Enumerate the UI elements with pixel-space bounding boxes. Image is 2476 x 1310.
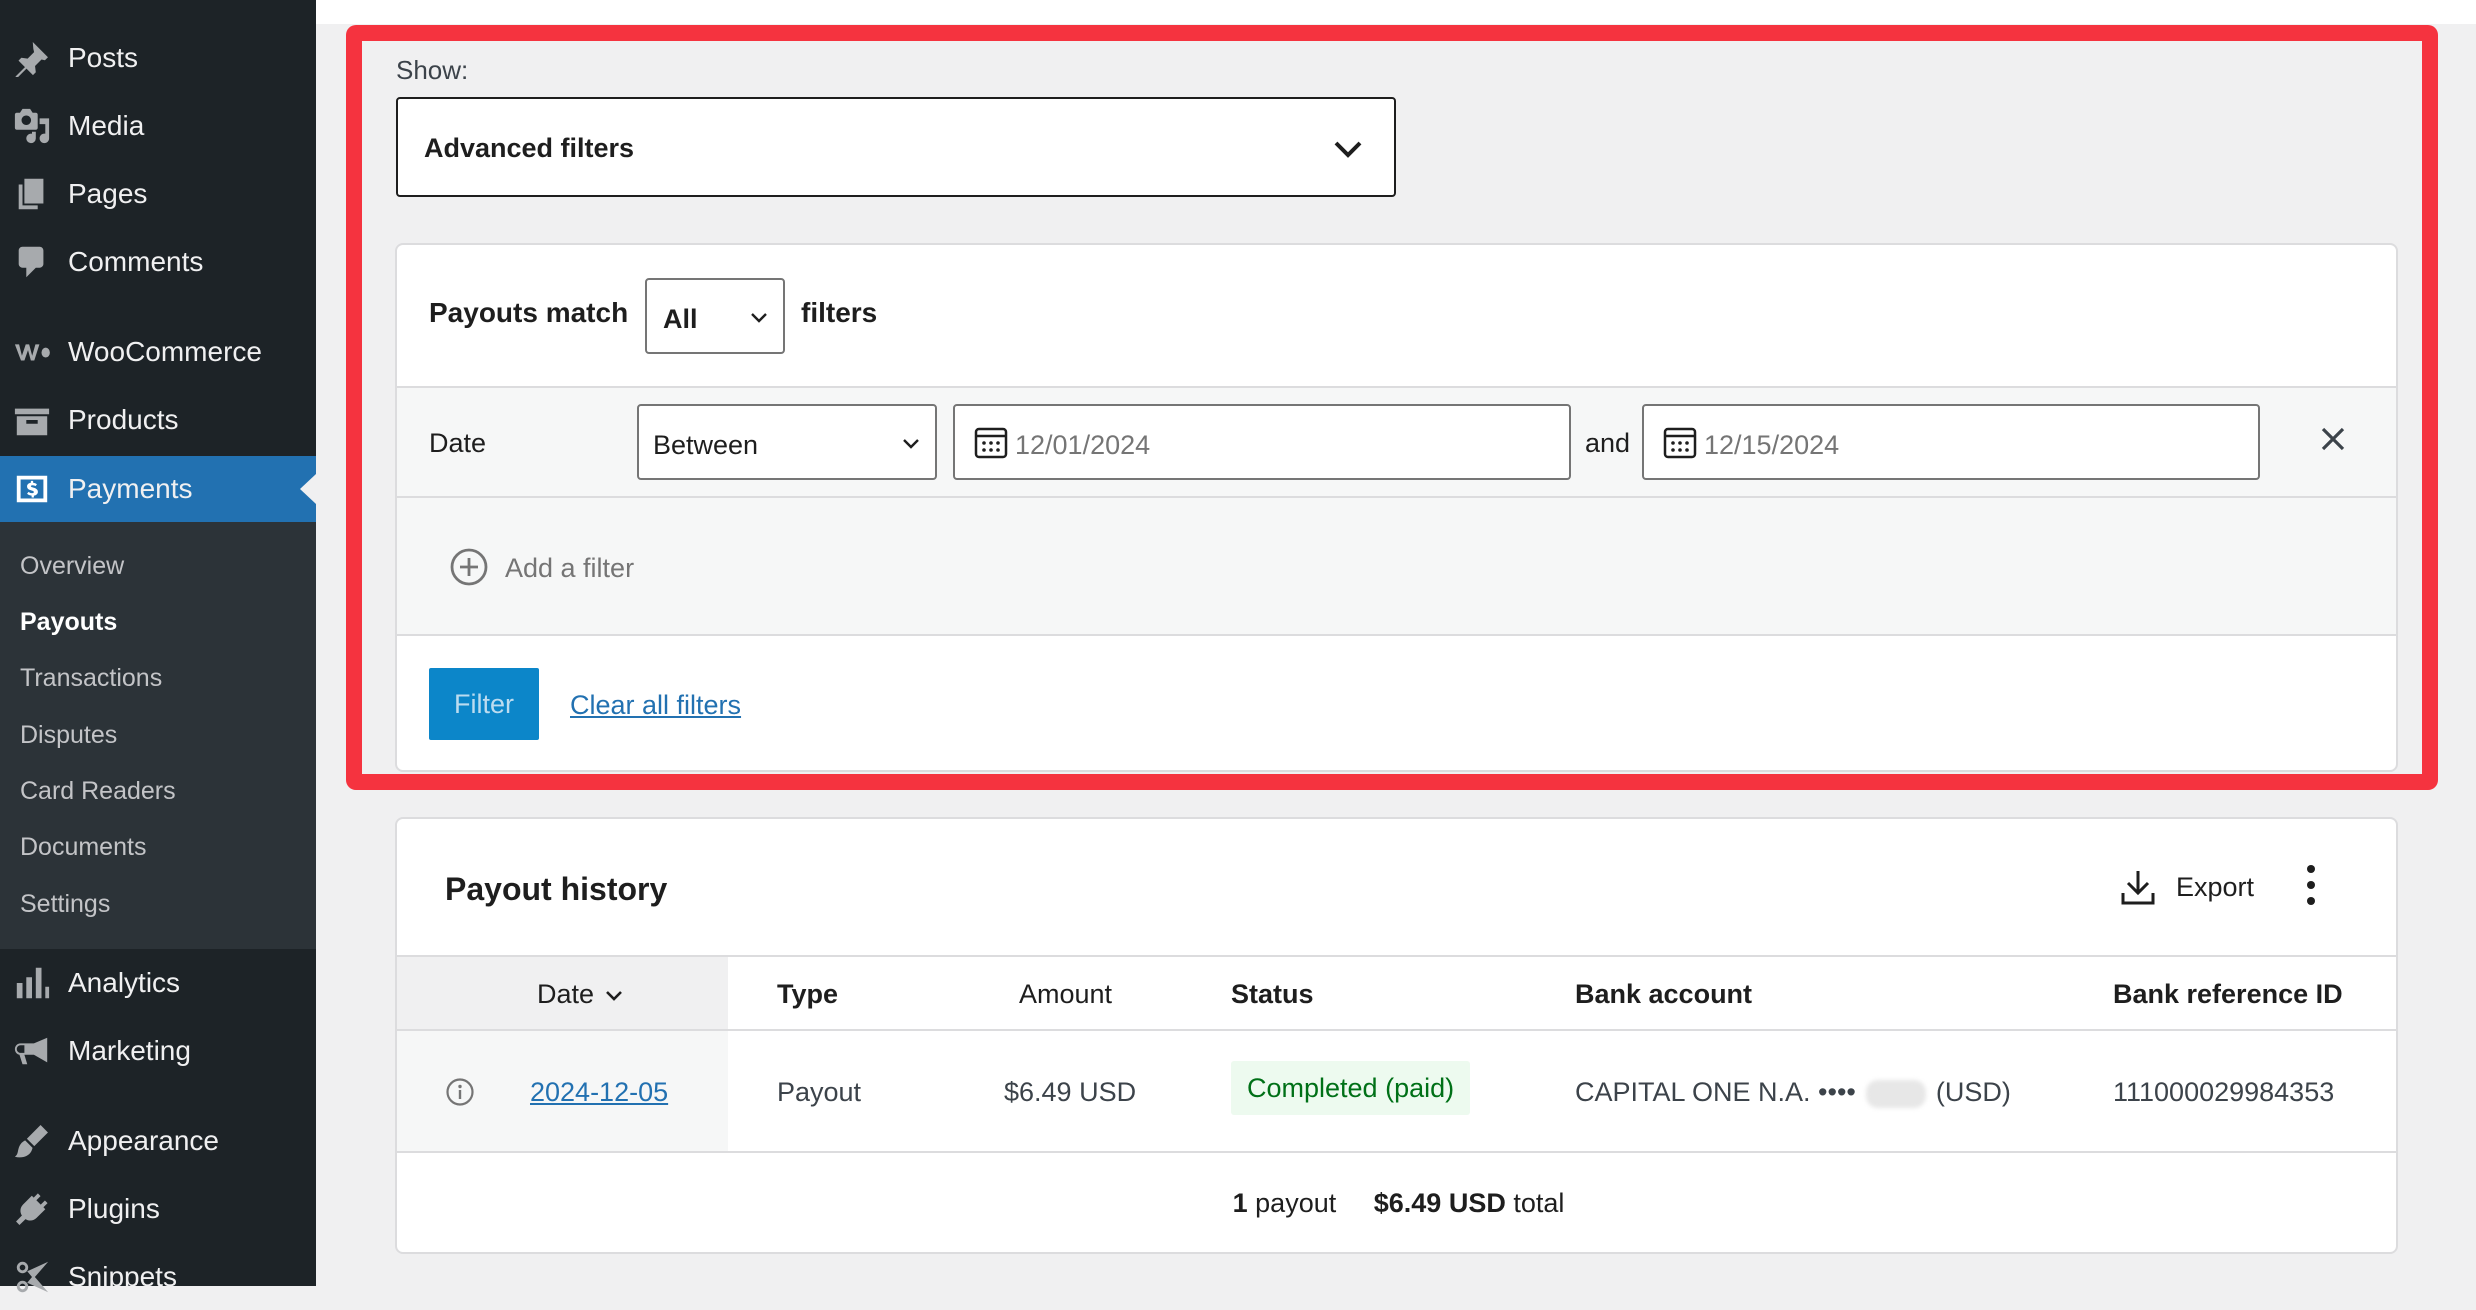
payout-date[interactable]: 2024-12-05	[530, 1077, 668, 1107]
media-icon	[12, 106, 52, 146]
menu-item-products[interactable]: Products	[0, 387, 316, 453]
menu-label: Analytics	[68, 967, 181, 998]
admin-sidebar: Posts Media Pages Comments WooCommerce P…	[0, 0, 316, 1293]
menu-label: Marketing	[68, 1035, 191, 1066]
brush-icon	[12, 1121, 52, 1161]
menu-label: Appearance	[68, 1125, 220, 1156]
column-header-amount[interactable]: Amount	[1019, 979, 1112, 1010]
export-label: Export	[2176, 871, 2255, 902]
submenu-settings[interactable]: Settings	[20, 890, 110, 919]
megaphone-icon	[12, 1031, 52, 1071]
chart-bar-icon	[12, 963, 52, 1003]
dollar-icon	[12, 469, 52, 509]
status-badge: Completed (paid)	[1231, 1061, 1471, 1115]
payments-submenu: Overview Payouts Transactions Disputes C…	[0, 522, 316, 949]
menu-item-pages[interactable]: Pages	[0, 161, 316, 227]
highlight-frame	[346, 25, 2438, 790]
menu-item-media[interactable]: Media	[0, 93, 316, 159]
column-label: Date	[537, 979, 595, 1009]
bank-account: CAPITAL ONE N.A. •••• (USD)	[1575, 1077, 2011, 1108]
column-header-bank-reference[interactable]: Bank reference ID	[2113, 979, 2343, 1010]
export-button[interactable]: Export	[2120, 865, 2254, 909]
pin-icon	[12, 38, 52, 78]
submenu-overview[interactable]: Overview	[20, 552, 124, 581]
submenu-payouts[interactable]: Payouts	[20, 608, 117, 637]
payout-history-card: Payout history Export Date Type Amount S…	[395, 817, 2398, 1254]
submenu-card-readers[interactable]: Card Readers	[20, 777, 176, 806]
plug-icon	[12, 1189, 52, 1229]
top-bar	[316, 0, 2476, 24]
woocommerce-icon	[12, 332, 52, 372]
menu-label: Comments	[68, 246, 204, 277]
summary-total-label: total	[1513, 1188, 1565, 1218]
menu-item-appearance[interactable]: Appearance	[0, 1108, 316, 1174]
comment-icon	[12, 242, 52, 282]
menu-item-plugins[interactable]: Plugins	[0, 1176, 316, 1242]
summary-count: 1	[1232, 1188, 1248, 1218]
table-summary: 1 payout $6.49 USD total	[397, 1153, 2396, 1252]
table-row: 2024-12-05 Payout $6.49 USD Completed (p…	[397, 1031, 2396, 1153]
menu-label: Products	[68, 404, 179, 435]
menu-label: WooCommerce	[68, 336, 262, 367]
submenu-documents[interactable]: Documents	[20, 833, 146, 862]
menu-label: Media	[68, 110, 145, 141]
download-icon	[2121, 871, 2155, 905]
menu-item-snippets[interactable]: Snippets	[0, 1244, 316, 1310]
menu-item-analytics[interactable]: Analytics	[0, 950, 316, 1016]
scissors-icon	[12, 1257, 52, 1297]
payout-type: Payout	[777, 1077, 862, 1107]
summary-total: $6.49 USD	[1373, 1188, 1506, 1218]
menu-label: Payments	[68, 473, 193, 504]
payout-date-link[interactable]: 2024-12-05	[530, 1077, 668, 1108]
bank-account-name: CAPITAL ONE N.A. ••••	[1575, 1077, 1856, 1107]
archive-icon	[12, 400, 52, 440]
menu-label: Plugins	[68, 1193, 160, 1224]
redacted-digits	[1865, 1079, 1926, 1108]
column-header-bank-account[interactable]: Bank account	[1575, 979, 1752, 1010]
bank-reference-id: 111000029984353	[2113, 1077, 2335, 1107]
bank-account-currency: (USD)	[1935, 1077, 2011, 1107]
menu-label: Snippets	[68, 1261, 177, 1292]
column-header-status[interactable]: Status	[1231, 979, 1314, 1010]
info-icon[interactable]	[445, 1077, 475, 1107]
payout-history-title: Payout history	[445, 871, 668, 907]
pages-icon	[12, 174, 52, 214]
submenu-transactions[interactable]: Transactions	[20, 664, 162, 693]
payout-amount: $6.49 USD	[1004, 1077, 1137, 1107]
menu-label: Pages	[68, 178, 148, 209]
table-header: Date Type Amount Status Bank account Ban…	[397, 955, 2396, 1031]
menu-item-payments[interactable]: Payments	[0, 456, 316, 522]
more-options-icon[interactable]	[2303, 863, 2319, 907]
column-header-type[interactable]: Type	[777, 979, 838, 1010]
summary-count-label: payout	[1255, 1188, 1337, 1218]
menu-label: Posts	[68, 42, 139, 73]
menu-item-marketing[interactable]: Marketing	[0, 1018, 316, 1084]
submenu-disputes[interactable]: Disputes	[20, 721, 117, 750]
chevron-down-icon	[606, 990, 622, 1001]
menu-item-woocommerce[interactable]: WooCommerce	[0, 319, 316, 385]
menu-item-comments[interactable]: Comments	[0, 229, 316, 295]
column-header-date[interactable]: Date	[537, 979, 624, 1010]
menu-item-posts[interactable]: Posts	[0, 25, 316, 91]
